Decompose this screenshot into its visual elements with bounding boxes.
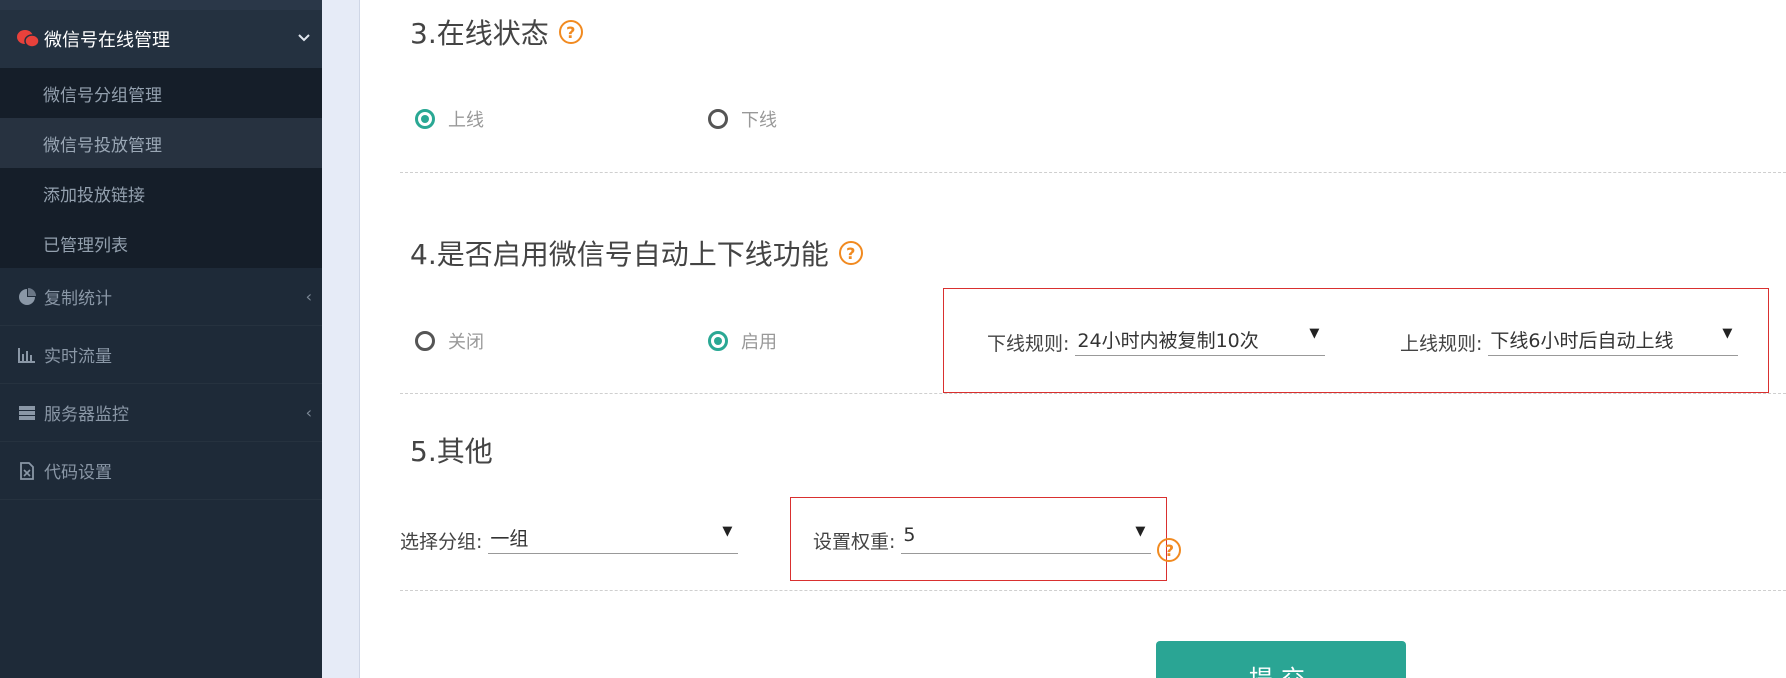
radio-disable[interactable]: 关闭 <box>415 328 484 354</box>
group-select[interactable]: 一组 ▼ <box>488 524 739 554</box>
sidebar-group-wechat-online[interactable]: 微信号在线管理 <box>0 10 322 68</box>
pie-chart-icon <box>16 287 38 307</box>
radio-unchecked-icon <box>415 331 435 351</box>
wechat-icon <box>16 28 40 50</box>
radio-unchecked-icon <box>708 109 728 129</box>
sidebar-item-deploy-manage[interactable]: 微信号投放管理 <box>0 118 322 168</box>
radio-label: 下线 <box>741 110 777 131</box>
sidebar-item-label: 微信号投放管理 <box>43 135 162 156</box>
sidebar: 微信号在线管理 微信号分组管理 微信号投放管理 添加投放链接 已管理列表 复制统… <box>0 0 322 678</box>
divider <box>400 590 1786 591</box>
help-icon[interactable]: ? <box>1157 538 1182 562</box>
section-title-text: 5.其他 <box>410 435 493 468</box>
group-field: 选择分组: 一组 ▼ <box>400 524 739 554</box>
content-gutter <box>322 0 360 678</box>
sidebar-item-add-link[interactable]: 添加投放链接 <box>0 168 322 218</box>
offline-rule-label: 下线规则: <box>987 333 1070 355</box>
section-title-online-status: 3.在线状态 ? <box>410 12 583 52</box>
weight-field: 设置权重: 5 ▼ ? <box>813 524 1182 562</box>
sidebar-item-label: 服务器监控 <box>44 405 129 425</box>
sidebar-item-label: 微信号分组管理 <box>43 85 162 106</box>
select-value: 5 <box>903 524 916 546</box>
sidebar-group-label: 微信号在线管理 <box>44 30 170 51</box>
chevron-down-icon <box>298 30 310 46</box>
section-title-text: 4.是否启用微信号自动上下线功能 <box>410 238 829 271</box>
radio-online[interactable]: 上线 <box>415 106 484 132</box>
divider <box>400 393 1786 394</box>
radio-offline[interactable]: 下线 <box>708 106 777 132</box>
radio-checked-icon <box>708 331 728 351</box>
group-label: 选择分组: <box>400 531 483 553</box>
excel-file-icon <box>16 461 38 481</box>
online-rule-label: 上线规则: <box>1400 333 1483 355</box>
caret-down-icon: ▼ <box>1135 524 1146 539</box>
caret-down-icon: ▼ <box>1722 326 1733 341</box>
sidebar-item-label: 复制统计 <box>44 289 112 309</box>
sidebar-item-group-manage[interactable]: 微信号分组管理 <box>0 68 322 118</box>
server-icon <box>16 403 38 423</box>
select-value: 一组 <box>490 528 529 550</box>
sidebar-item-managed-list[interactable]: 已管理列表 <box>0 218 322 268</box>
select-value: 下线6小时后自动上线 <box>1490 330 1674 352</box>
offline-rule-field: 下线规则: 24小时内被复制10次 ▼ <box>987 326 1326 356</box>
radio-label: 上线 <box>448 110 484 131</box>
radio-checked-icon <box>415 109 435 129</box>
sidebar-item-code-settings[interactable]: 代码设置 <box>0 442 322 500</box>
online-rule-select[interactable]: 下线6小时后自动上线 ▼ <box>1488 326 1739 356</box>
sidebar-item-label: 实时流量 <box>44 347 112 367</box>
section-title-auto-toggle: 4.是否启用微信号自动上下线功能 ? <box>410 233 863 273</box>
help-icon[interactable]: ? <box>838 241 863 265</box>
sidebar-item-label: 添加投放链接 <box>43 185 145 206</box>
weight-select[interactable]: 5 ▼ <box>901 524 1152 554</box>
help-icon[interactable]: ? <box>558 20 583 44</box>
weight-label: 设置权重: <box>813 531 896 553</box>
offline-rule-select[interactable]: 24小时内被复制10次 ▼ <box>1075 326 1326 356</box>
caret-down-icon: ▼ <box>722 524 733 539</box>
sidebar-item-label: 已管理列表 <box>43 235 128 256</box>
caret-down-icon: ▼ <box>1309 326 1320 341</box>
sidebar-item-server-monitor[interactable]: 服务器监控 ‹ <box>0 384 322 442</box>
chevron-left-icon: ‹ <box>305 403 312 422</box>
sidebar-top-strip <box>0 0 322 10</box>
divider <box>400 172 1786 173</box>
submit-button[interactable]: 提交 <box>1156 641 1406 678</box>
radio-label: 启用 <box>741 332 777 353</box>
radio-label: 关闭 <box>448 332 484 353</box>
online-rule-field: 上线规则: 下线6小时后自动上线 ▼ <box>1400 326 1739 356</box>
chevron-left-icon: ‹ <box>305 287 312 306</box>
section-title-text: 3.在线状态 <box>410 17 549 50</box>
main-content: 3.在线状态 ? 上线 下线 4.是否启用微信号自动上下线功能 ? 关闭 启用 … <box>360 0 1786 678</box>
sidebar-item-label: 代码设置 <box>44 463 112 483</box>
section-title-other: 5.其他 <box>410 430 493 470</box>
sidebar-item-realtime-traffic[interactable]: 实时流量 <box>0 326 322 384</box>
select-value: 24小时内被复制10次 <box>1077 330 1259 352</box>
sidebar-item-copy-stats[interactable]: 复制统计 ‹ <box>0 268 322 326</box>
radio-enable[interactable]: 启用 <box>708 328 777 354</box>
bar-chart-icon <box>16 345 38 365</box>
